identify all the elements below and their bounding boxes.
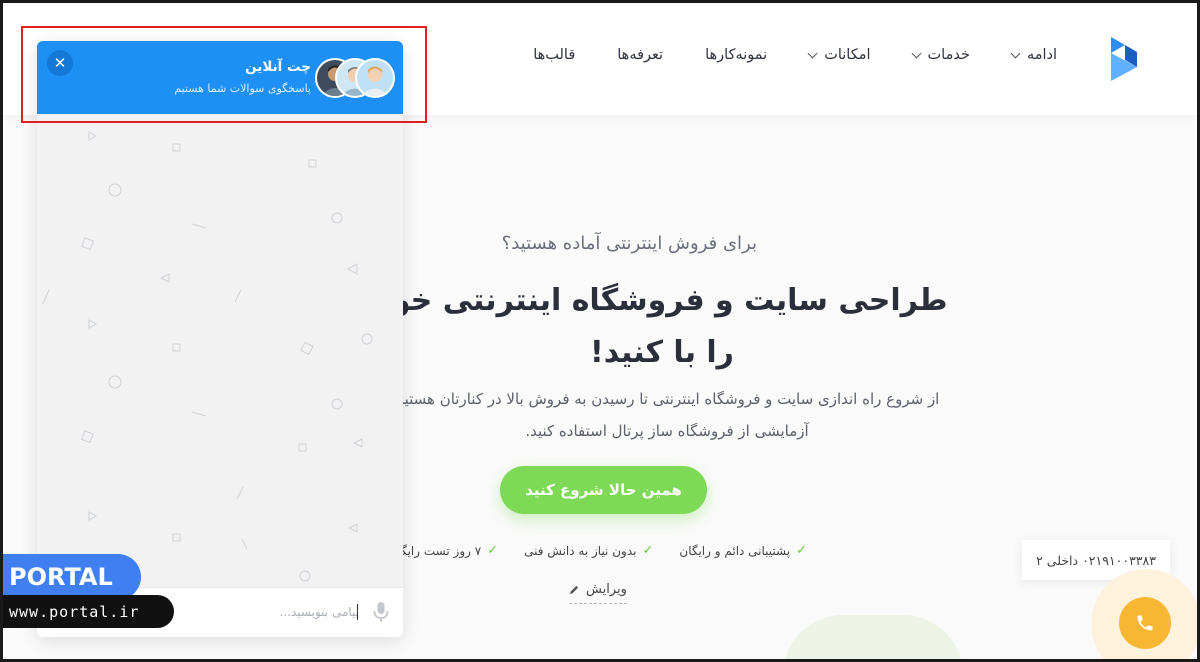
- nav-item[interactable]: قالب‌ها: [533, 47, 575, 63]
- call-button[interactable]: [1119, 597, 1171, 649]
- hero-description: از شروع راه اندازی سایت و فروشگاه اینترن…: [394, 390, 940, 440]
- nav-item-label: تعرفه‌ها: [617, 47, 664, 63]
- feature-label: پشتیبانی دائم و رایگان: [679, 543, 791, 558]
- screenshot-frame: قالب‌ها تعرفه‌ها نمونه‌کارها امکانات خدمات اد…: [0, 0, 1200, 662]
- nav-item[interactable]: ادامه: [1010, 47, 1057, 63]
- feature-item: ✓ ۷ روز تست رایگان: [389, 543, 499, 558]
- nav-item-label: امکانات: [824, 47, 871, 63]
- hero-title: طراحی سایت و فروشگاه اینترنتی خود را با …: [376, 283, 948, 370]
- watermark-brand: PORTAL: [3, 554, 141, 600]
- nav-item[interactable]: خدمات: [911, 47, 970, 63]
- portal-logo-icon[interactable]: [1107, 33, 1141, 85]
- nav-item[interactable]: نمونه‌کارها: [705, 47, 767, 63]
- nav-item-label: خدمات: [927, 47, 970, 63]
- pencil-icon: [569, 585, 579, 595]
- text-caret: [357, 604, 358, 620]
- highlight-box: [21, 26, 427, 123]
- check-icon: ✓: [796, 543, 807, 558]
- phone-number-label: ۰۲۱۹۱۰۰۳۳۸۳ داخلی ۲: [1036, 552, 1156, 568]
- chevron-down-icon: [911, 48, 921, 58]
- nav-item-label: قالب‌ها: [533, 47, 576, 63]
- chevron-down-icon: [1010, 48, 1021, 58]
- nav-item[interactable]: امکانات: [807, 47, 871, 63]
- watermark-url: www.portal.ir: [3, 595, 174, 628]
- check-icon: ✓: [642, 543, 654, 558]
- chat-messages-area[interactable]: [37, 114, 403, 587]
- feature-item: ✓ پشتیبانی دائم و رایگان: [679, 543, 807, 558]
- microphone-icon[interactable]: [371, 600, 391, 624]
- edit-link[interactable]: ویرایش: [569, 582, 627, 604]
- message-input[interactable]: پیامی بنویسید...: [280, 605, 359, 619]
- main-nav: قالب‌ها تعرفه‌ها نمونه‌کارها امکانات خدمات اد…: [533, 47, 1057, 63]
- feature-item: ✓ بدون نیاز به دانش فنی: [524, 543, 653, 558]
- hero-subtitle: برای فروش اینترنتی آماده هستید؟: [501, 233, 757, 254]
- feature-list: ✓ ۷ روز تست رایگان ✓ بدون نیاز به دانش فنی…: [389, 543, 808, 558]
- feature-label: بدون نیاز به دانش فنی: [524, 543, 637, 558]
- check-icon: ✓: [487, 543, 499, 558]
- nav-item-label: نمونه‌کارها: [705, 47, 768, 63]
- nav-item[interactable]: تعرفه‌ها: [617, 47, 663, 63]
- chevron-down-icon: [807, 48, 818, 58]
- chat-panel: ✕ چت آنلاین پاسخگوی سوالات شما هستیم پیا…: [37, 41, 403, 637]
- edit-label: ویرایش: [586, 582, 627, 597]
- decorative-shape: [783, 615, 963, 659]
- start-now-button[interactable]: همین حالا شروع کنید: [500, 466, 707, 514]
- phone-icon: [1137, 615, 1153, 631]
- nav-item-label: ادامه: [1026, 47, 1057, 63]
